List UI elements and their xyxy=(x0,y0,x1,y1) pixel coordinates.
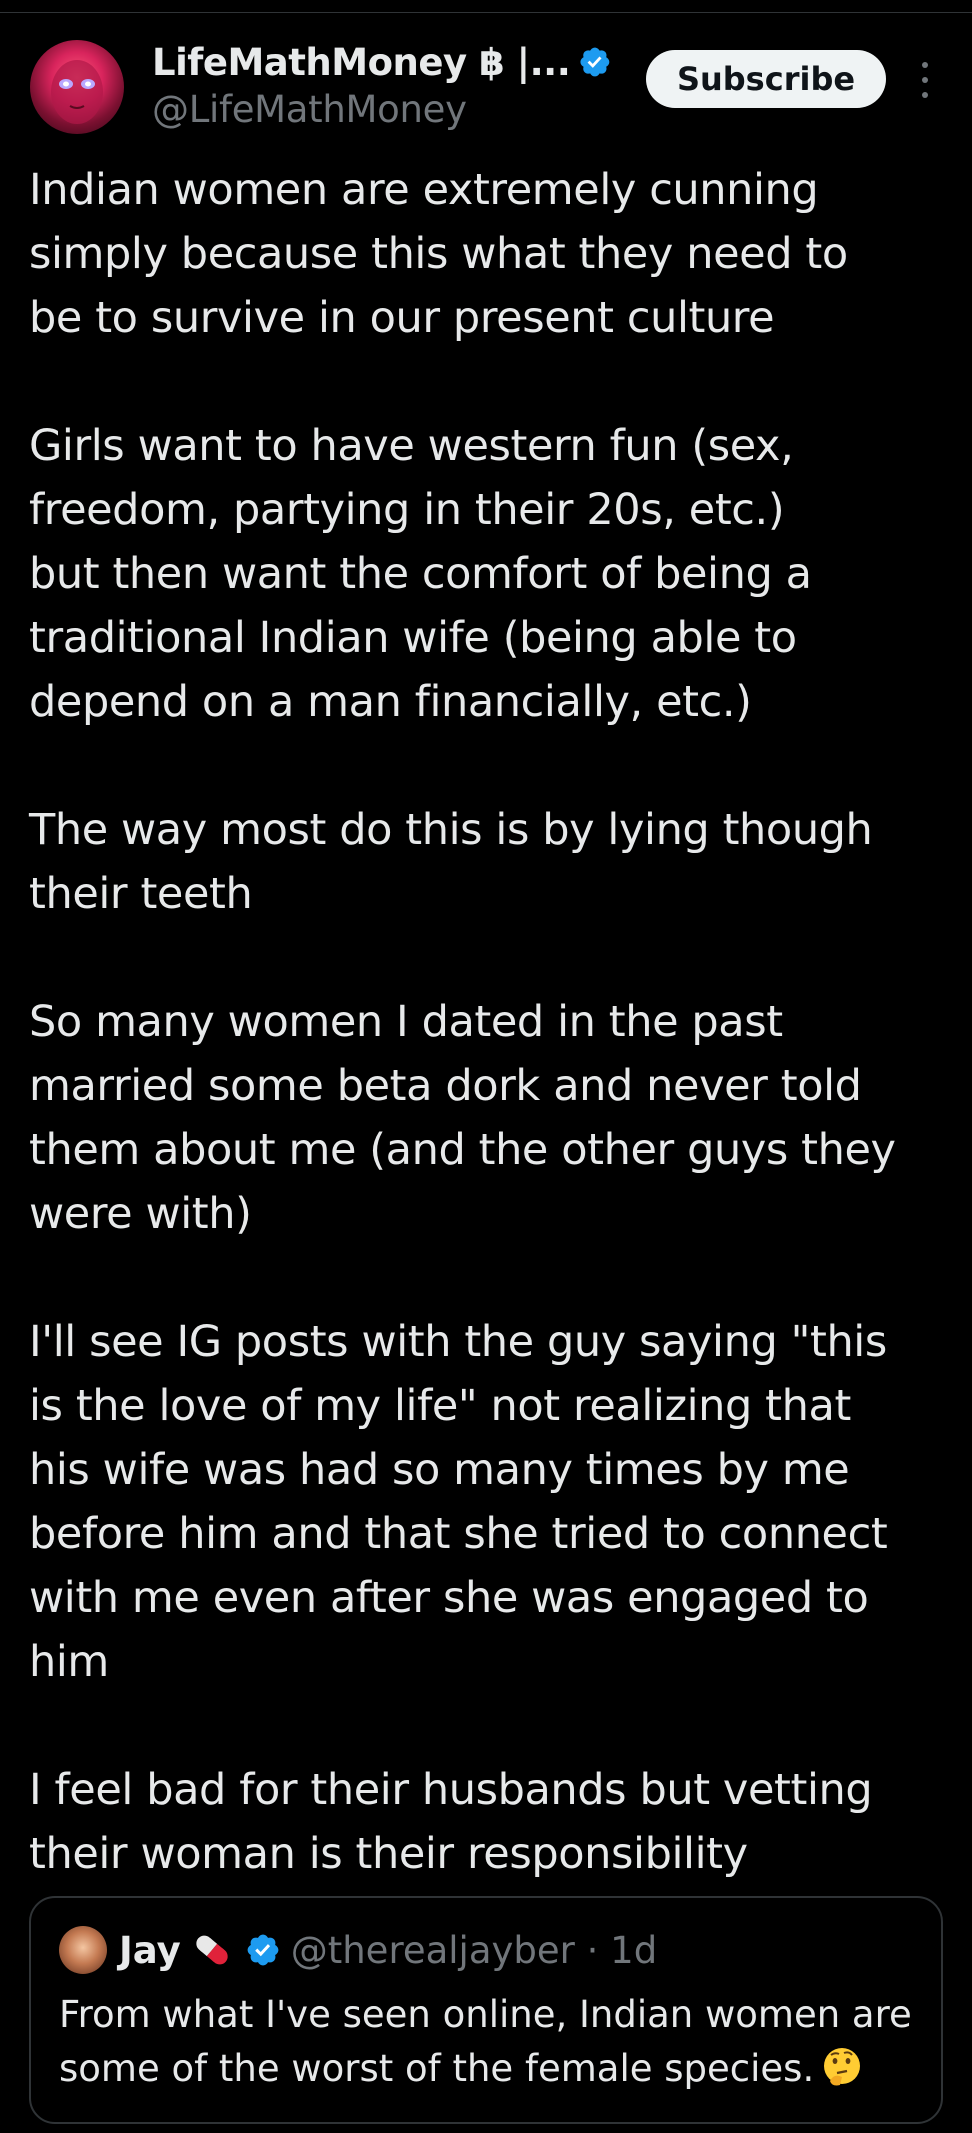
tweet-paragraph: I feel bad for their husbands but vettin… xyxy=(29,1758,949,1886)
tweet-text-line: married some beta dork and never told xyxy=(29,1061,862,1111)
tweet-text-line: his wife was had so many times by me xyxy=(29,1445,850,1495)
tweet-text-line: depend on a man financially, etc.) xyxy=(29,677,752,727)
tweet-text-line: Indian women are extremely cunning xyxy=(29,165,819,215)
tweet-text-line: I'll see IG posts with the guy saying "t… xyxy=(29,1317,887,1367)
pill-icon xyxy=(196,1935,228,1965)
quoted-tweet-text: From what I've seen online, Indian women… xyxy=(59,1988,929,2096)
author-display-name[interactable]: LifeMathMoney ฿ |... xyxy=(152,41,571,84)
quoted-text-line: From what I've seen online, Indian women… xyxy=(59,1993,912,2036)
tweet-paragraph: Indian women are extremely cunning simply… xyxy=(29,158,949,350)
quoted-text-line-2: some of the worst of the female species. xyxy=(59,2042,929,2096)
subscribe-button[interactable]: Subscribe xyxy=(646,50,886,108)
quoted-handle-time: @therealjayber · 1d xyxy=(290,1928,658,1972)
quoted-text-line: some of the worst of the female species. xyxy=(59,2047,815,2090)
dot xyxy=(922,92,928,98)
tweet-text-line: their teeth xyxy=(29,869,253,919)
quoted-author-name: Jay xyxy=(119,1928,181,1972)
tweet-text-line: with me even after she was engaged to xyxy=(29,1573,869,1623)
verified-badge-icon xyxy=(580,47,610,77)
tweet-paragraph: So many women I dated in the past married… xyxy=(29,990,949,1246)
tweet-text-line: simply because this what they need to xyxy=(29,229,848,279)
tweet-text-line: him xyxy=(29,1637,109,1687)
quoted-tweet-card[interactable]: Jay @therealjayber · 1d From what I've s… xyxy=(29,1896,943,2124)
top-divider xyxy=(0,12,972,13)
tweet-text-line: traditional Indian wife (being able to xyxy=(29,613,797,663)
tweet-text-line: Girls want to have western fun (sex, xyxy=(29,421,794,471)
tweet-text-line: is the love of my life" not realizing th… xyxy=(29,1381,851,1431)
tweet-text-line: but then want the comfort of being a xyxy=(29,549,812,599)
dot xyxy=(922,62,928,68)
quoted-author-avatar xyxy=(59,1926,107,1974)
author-avatar[interactable] xyxy=(30,40,124,134)
tweet-text-line: their woman is their responsibility xyxy=(29,1829,748,1879)
tweet-paragraph: The way most do this is by lying though t… xyxy=(29,798,949,926)
author-handle[interactable]: @LifeMathMoney xyxy=(152,88,612,131)
more-options-icon[interactable] xyxy=(910,58,940,102)
tweet-text-line: before him and that she tried to connect xyxy=(29,1509,888,1559)
tweet-text-line: So many women I dated in the past xyxy=(29,997,783,1047)
thinking-face-icon xyxy=(824,2048,861,2086)
tweet-paragraph: I'll see IG posts with the guy saying "t… xyxy=(29,1310,949,1694)
tweet-text-line: were with) xyxy=(29,1189,252,1239)
quoted-tweet-header: Jay @therealjayber · 1d xyxy=(59,1924,657,1976)
tweet-paragraph: Girls want to have western fun (sex, free… xyxy=(29,414,949,734)
tweet-text-line: be to survive in our present culture xyxy=(29,293,775,343)
tweet-header: LifeMathMoney ฿ |... @LifeMathMoney xyxy=(152,38,612,131)
tweet-text-line: them about me (and the other guys they xyxy=(29,1125,896,1175)
tweet-text-line: I feel bad for their husbands but vettin… xyxy=(29,1765,873,1815)
quoted-verified-badge-icon xyxy=(247,1934,279,1966)
author-name-row[interactable]: LifeMathMoney ฿ |... xyxy=(152,38,612,86)
avatar-face-icon xyxy=(51,60,103,124)
tweet-text: Indian women are extremely cunning simply… xyxy=(29,158,949,1886)
dot xyxy=(922,77,928,83)
tweet-text-line: The way most do this is by lying though xyxy=(29,805,873,855)
tweet-text-line: freedom, partying in their 20s, etc.) xyxy=(29,485,785,535)
